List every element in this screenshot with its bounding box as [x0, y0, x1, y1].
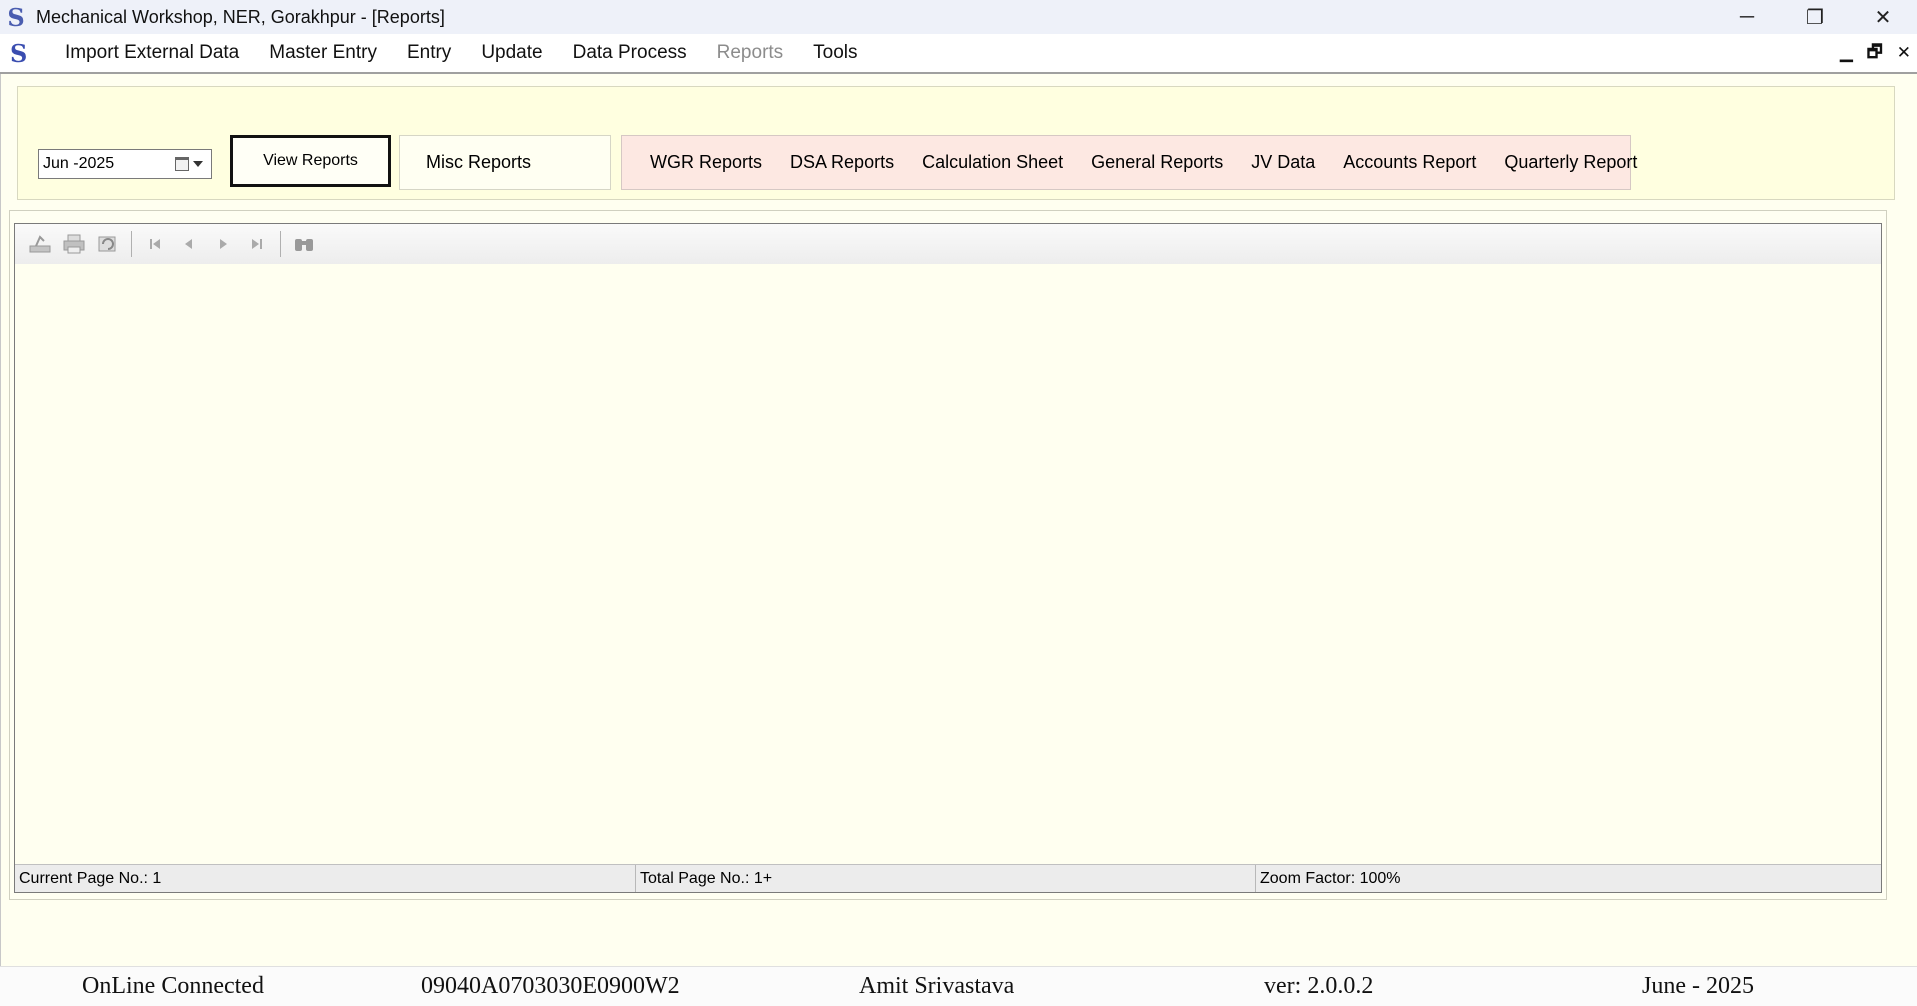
filter-panel: Jun -2025 View Reports Misc Reports WGR … [17, 86, 1895, 200]
menu-bar: S Import External Data Master Entry Entr… [0, 34, 1917, 74]
mdi-controls: ▁ 🗗 ✕ [1840, 34, 1911, 72]
chevron-down-icon[interactable] [193, 161, 203, 167]
viewer-status-bar: Current Page No.: 1 Total Page No.: 1+ Z… [15, 864, 1881, 892]
find-icon[interactable] [287, 229, 321, 259]
toolbar-separator [280, 231, 281, 257]
quarterly-report-button[interactable]: Quarterly Report [1490, 152, 1651, 173]
month-picker[interactable]: Jun -2025 [38, 149, 212, 179]
print-icon[interactable] [57, 229, 91, 259]
session-code: 09040A0703030E0900W2 [421, 973, 680, 999]
next-page-icon[interactable] [206, 229, 240, 259]
total-page-status: Total Page No.: 1+ [635, 865, 1255, 892]
window-controls: ─ ❐ ✕ [1713, 0, 1917, 34]
menu-master-entry[interactable]: Master Entry [254, 42, 392, 64]
viewer-toolbar [15, 224, 1881, 264]
menu-reports[interactable]: Reports [702, 42, 799, 64]
report-type-panel: WGR Reports DSA Reports Calculation Shee… [621, 135, 1637, 190]
user-name: Amit Srivastava [859, 973, 1015, 999]
export-icon[interactable] [23, 229, 57, 259]
menu-data-process[interactable]: Data Process [558, 42, 702, 64]
restore-window-button[interactable]: ❐ [1781, 0, 1849, 34]
view-reports-button[interactable]: View Reports [230, 135, 391, 187]
app-status-bar: OnLine Connected 09040A0703030E0900W2 Am… [0, 966, 1917, 1006]
zoom-factor-status: Zoom Factor: 100% [1255, 865, 1881, 892]
general-reports-button[interactable]: General Reports [1077, 152, 1237, 173]
first-page-icon[interactable] [138, 229, 172, 259]
window-title: Mechanical Workshop, NER, Gorakhpur - [R… [36, 6, 445, 27]
menu-update[interactable]: Update [466, 42, 557, 64]
version-label: ver: 2.0.0.2 [1264, 973, 1374, 999]
dsa-reports-button[interactable]: DSA Reports [776, 152, 908, 173]
last-page-icon[interactable] [240, 229, 274, 259]
menu-logo-icon: S [10, 38, 28, 68]
mdi-restore-button[interactable]: 🗗 [1867, 39, 1883, 68]
reports-workspace: Jun -2025 View Reports Misc Reports WGR … [0, 74, 1917, 966]
wgr-reports-button[interactable]: WGR Reports [636, 152, 776, 173]
menu-import-external-data[interactable]: Import External Data [50, 42, 254, 64]
calculation-sheet-button[interactable]: Calculation Sheet [908, 152, 1077, 173]
minimize-window-button[interactable]: ─ [1713, 0, 1781, 34]
title-bar: S Mechanical Workshop, NER, Gorakhpur - … [0, 0, 1917, 34]
mdi-close-button[interactable]: ✕ [1897, 43, 1911, 63]
refresh-icon[interactable] [91, 229, 125, 259]
app-logo-icon: S [7, 2, 25, 32]
jv-data-button[interactable]: JV Data [1237, 152, 1329, 173]
close-window-button[interactable]: ✕ [1849, 0, 1917, 34]
prev-page-icon[interactable] [172, 229, 206, 259]
toolbar-separator [131, 231, 132, 257]
menu-entry[interactable]: Entry [392, 42, 466, 64]
month-value: Jun -2025 [43, 155, 115, 172]
report-viewer: Current Page No.: 1 Total Page No.: 1+ Z… [14, 223, 1882, 893]
period-label: June - 2025 [1642, 973, 1754, 999]
menu-tools[interactable]: Tools [798, 42, 872, 64]
current-page-status: Current Page No.: 1 [19, 869, 162, 887]
misc-reports-button[interactable]: Misc Reports [399, 135, 611, 190]
connection-status: OnLine Connected [82, 973, 264, 999]
report-viewer-frame: Current Page No.: 1 Total Page No.: 1+ Z… [9, 210, 1887, 900]
calendar-icon[interactable] [175, 157, 189, 171]
mdi-minimize-button[interactable]: ▁ [1840, 43, 1853, 63]
accounts-report-button[interactable]: Accounts Report [1329, 152, 1490, 173]
